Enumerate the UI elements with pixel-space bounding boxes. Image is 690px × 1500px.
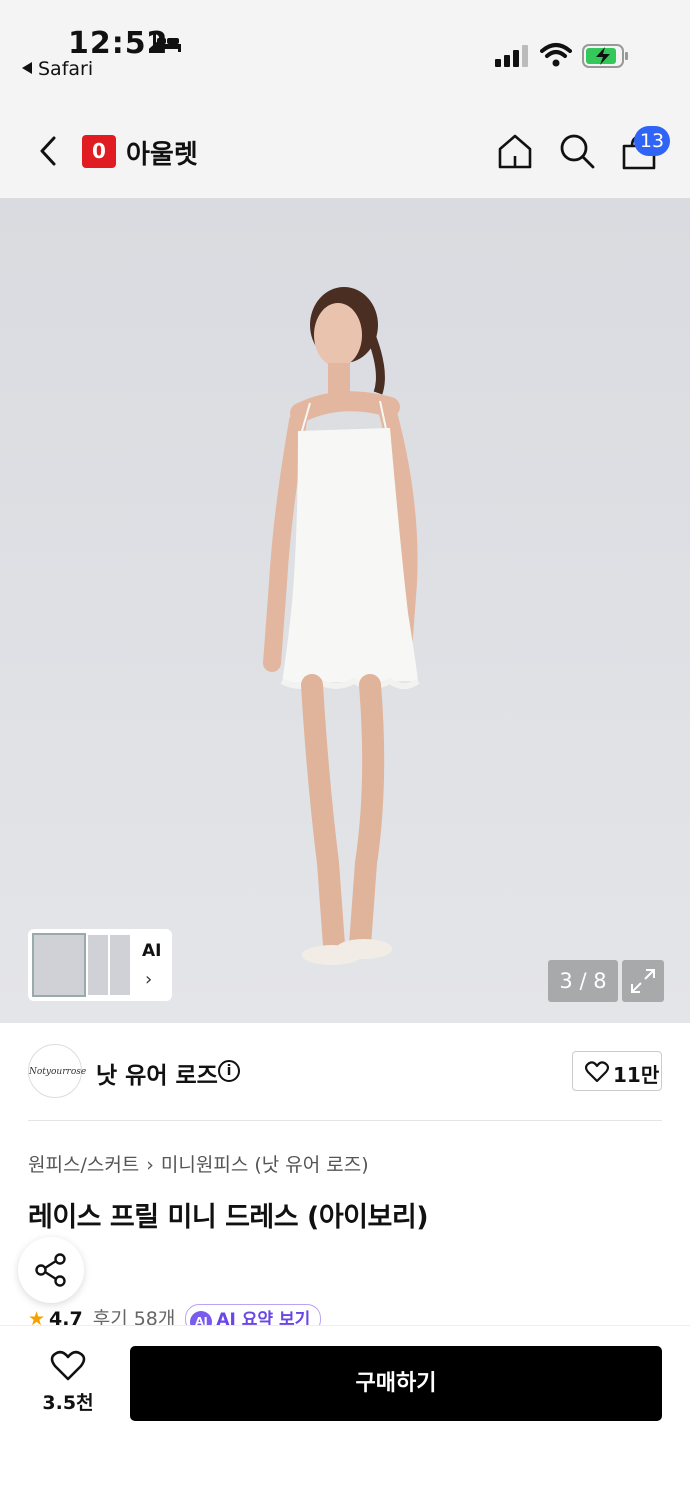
share-icon <box>35 1253 66 1287</box>
rating-row: ★ 4.7 후기 58개 AI AI 요약 보기 <box>28 1304 368 1326</box>
buy-button[interactable]: 구매하기 <box>130 1346 662 1421</box>
back-to-safari[interactable]: Safari <box>22 58 93 80</box>
breadcrumb-separator-icon: › <box>146 1154 154 1176</box>
thumb-ai-label: AI <box>142 941 162 961</box>
back-chevron-icon[interactable] <box>34 134 62 168</box>
signal-icon <box>495 45 528 67</box>
info-icon[interactable]: i <box>218 1060 240 1082</box>
thumbnail-1[interactable] <box>32 933 86 997</box>
status-bar: 12:52 Safari <box>0 0 690 100</box>
breadcrumb-subcategory[interactable]: 미니원피스 (낫 유어 로즈) <box>161 1154 369 1176</box>
rating-value: 4.7 <box>49 1308 83 1326</box>
ai-summary-button[interactable]: AI AI 요약 보기 <box>185 1304 322 1326</box>
star-icon: ★ <box>28 1308 46 1326</box>
ai-thumbnail-strip[interactable]: AI › <box>28 929 172 1001</box>
heart-icon <box>585 1061 609 1083</box>
thumbnail-3[interactable] <box>108 933 132 997</box>
wishlist-button[interactable]: 3.5천 <box>40 1350 96 1420</box>
ai-summary-label: AI 요약 보기 <box>216 1310 311 1326</box>
home-icon[interactable] <box>496 132 534 170</box>
chevron-right-icon: › <box>145 969 153 990</box>
cart-count-badge: 13 <box>634 126 670 156</box>
top-nav: 0 아울렛 <box>0 100 690 198</box>
share-button[interactable] <box>18 1237 84 1303</box>
back-app-label: Safari <box>38 58 94 80</box>
battery-charging-icon <box>582 44 628 68</box>
back-triangle-icon <box>22 62 32 74</box>
brand-avatar[interactable]: Notyourrose <box>28 1044 86 1098</box>
wishlist-count: 3.5천 <box>42 1392 94 1414</box>
search-icon[interactable] <box>558 132 596 170</box>
brand-like-button[interactable]: 11만 <box>572 1051 662 1091</box>
product-title: 레이스 프릴 미니 드레스 (아이보리) <box>28 1202 429 1233</box>
breadcrumb: 원피스/스커트 › 미니원피스 (낫 유어 로즈) <box>28 1150 369 1177</box>
product-photo <box>263 287 420 965</box>
wifi-icon <box>540 43 572 67</box>
bottom-action-bar: 3.5천 구매하기 <box>0 1325 690 1500</box>
page-title: 아울렛 <box>126 140 198 170</box>
heart-icon <box>50 1350 86 1381</box>
ai-icon: AI <box>190 1311 213 1326</box>
expand-icon[interactable] <box>622 960 664 1002</box>
image-counter: 3 / 8 <box>548 960 618 1002</box>
brand-avatar-logo: Notyourrose <box>29 1067 87 1077</box>
product-image-gallery[interactable]: AI › 3 / 8 <box>0 198 690 1023</box>
review-count-link[interactable]: 후기 58개 <box>93 1308 176 1326</box>
brand-like-count: 11만 <box>613 1063 660 1087</box>
brand-name[interactable]: 낫 유어 로즈 <box>96 1056 218 1090</box>
logo-letter: 0 <box>92 139 106 163</box>
breadcrumb-category[interactable]: 원피스/스커트 <box>28 1154 139 1176</box>
divider <box>28 1120 662 1121</box>
outlet-logo-icon: 0 <box>82 135 116 168</box>
bed-icon <box>153 34 181 52</box>
